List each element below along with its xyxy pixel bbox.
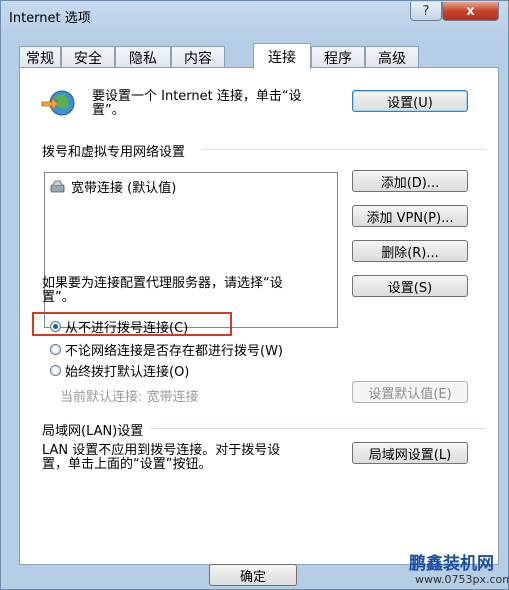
help-button[interactable]: ?	[410, 2, 442, 21]
tab-advanced[interactable]: 高级	[365, 46, 419, 68]
proxy-text-line2: 置”。	[42, 290, 75, 305]
tab-security[interactable]: 安全	[61, 46, 115, 68]
divider	[202, 149, 486, 150]
tab-label: 常规	[26, 50, 54, 67]
tab-label: 安全	[74, 50, 102, 67]
radio-label: 从不进行拨号连接(C)	[65, 321, 189, 336]
tab-general[interactable]: 常规	[19, 46, 61, 68]
tab-label: 程序	[324, 50, 352, 67]
setup-text-line2: 置”。	[92, 103, 125, 118]
dialup-heading: 拨号和虚拟专用网络设置	[42, 145, 186, 160]
add-button[interactable]: 添加(D)...	[352, 170, 468, 192]
setup-text-line1: 要设置一个 Internet 连接，单击“设	[92, 89, 302, 104]
radio-label: 始终拨打默认连接(O)	[65, 365, 190, 380]
radio-button[interactable]	[50, 321, 61, 332]
lan-settings-button[interactable]: 局域网设置(L)	[352, 442, 468, 464]
network-globe-icon	[41, 90, 75, 116]
lan-text-line2: 置，单击上面的“设置”按钮。	[42, 457, 212, 472]
radio-button[interactable]	[50, 344, 61, 355]
tab-connections[interactable]: 连接	[253, 43, 311, 69]
proxy-description: 如果要为连接配置代理服务器，请选择“设 置”。	[42, 277, 283, 305]
radio-always-dial[interactable]: 始终拨打默认连接(O)	[50, 361, 189, 380]
setup-description: 要设置一个 Internet 连接，单击“设 置”。	[92, 90, 302, 118]
tab-privacy[interactable]: 隐私	[115, 46, 171, 68]
broadband-connection-icon	[50, 180, 65, 192]
remove-button[interactable]: 删除(R)...	[352, 240, 468, 262]
divider	[150, 428, 486, 429]
lan-heading: 局域网(LAN)设置	[42, 424, 144, 439]
window-title: Internet 选项	[9, 11, 91, 26]
radio-never-dial[interactable]: 从不进行拨号连接(C)	[50, 317, 188, 336]
proxy-text-line1: 如果要为连接配置代理服务器，请选择“设	[42, 276, 283, 291]
watermark-brand: 鹏鑫装机网	[409, 554, 494, 574]
connections-panel: 要设置一个 Internet 连接，单击“设 置”。 设置(U) 拨号和虚拟专用…	[19, 67, 499, 565]
close-button[interactable]: x	[442, 2, 499, 21]
current-default: 当前默认连接: 宽带连接	[60, 386, 199, 405]
setup-button[interactable]: 设置(U)	[352, 90, 468, 112]
radio-button[interactable]	[50, 365, 61, 376]
title-bar: Internet 选项 ? x	[1, 1, 508, 31]
proxy-settings-button[interactable]: 设置(S)	[352, 275, 468, 297]
tab-label: 连接	[268, 49, 296, 66]
lan-text-line1: LAN 设置不应用到拨号连接。对于拨号设	[42, 443, 281, 458]
watermark-url: www.0753px.com	[415, 573, 509, 586]
help-icon: ?	[422, 3, 430, 19]
tab-label: 隐私	[129, 50, 157, 67]
tab-label: 高级	[378, 50, 406, 67]
tab-label: 内容	[184, 50, 212, 67]
tab-content[interactable]: 内容	[171, 46, 225, 68]
list-item-label: 宽带连接 (默认值)	[71, 181, 177, 196]
close-icon: x	[466, 3, 475, 19]
add-vpn-button[interactable]: 添加 VPN(P)...	[352, 205, 468, 227]
current-default-value: 宽带连接	[146, 390, 199, 405]
tab-programs[interactable]: 程序	[311, 46, 365, 68]
lan-description: LAN 设置不应用到拨号连接。对于拨号设 置，单击上面的“设置”按钮。	[42, 444, 280, 472]
radio-label: 不论网络连接是否存在都进行拨号(W)	[65, 344, 283, 359]
set-default-button[interactable]: 设置默认值(E)	[352, 381, 468, 403]
current-default-label: 当前默认连接:	[60, 390, 143, 405]
list-item[interactable]: 宽带连接 (默认值)	[49, 177, 176, 196]
ok-button[interactable]: 确定	[209, 564, 297, 586]
radio-dial-whenever[interactable]: 不论网络连接是否存在都进行拨号(W)	[50, 340, 283, 359]
internet-options-window: Internet 选项 ? x 常规 安全 隐私 内容 连接 程序 高级 要设置…	[0, 0, 509, 590]
